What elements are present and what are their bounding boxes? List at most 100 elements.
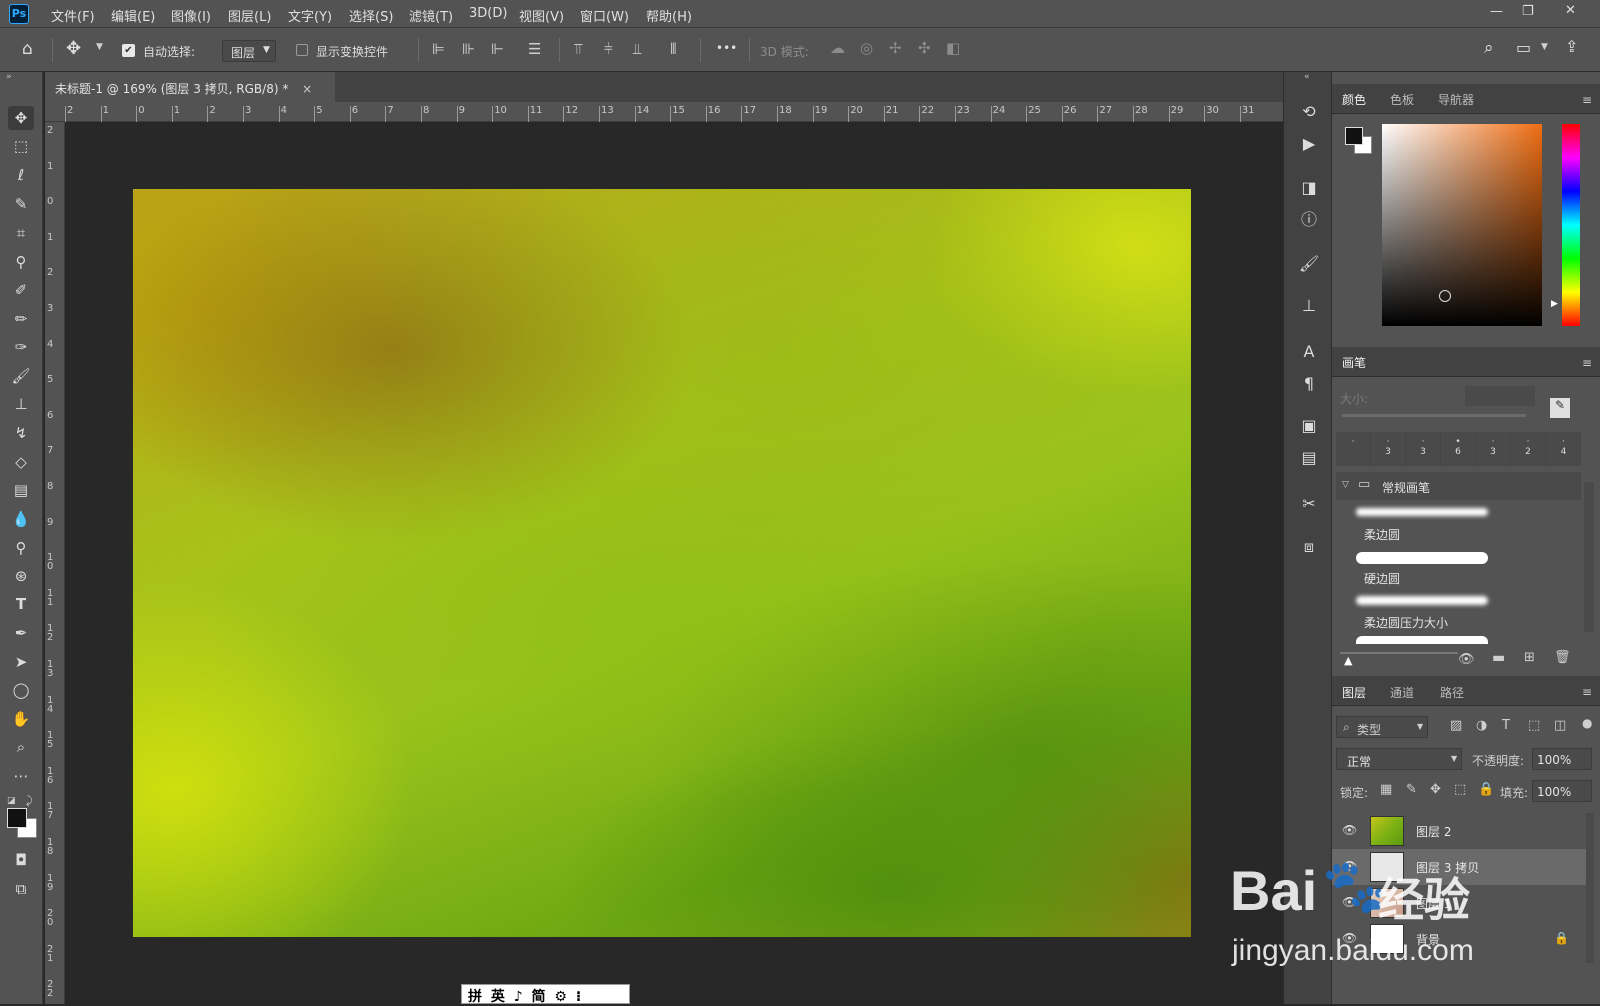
filter-smart-icon[interactable]: ◫	[1554, 718, 1566, 733]
sponge-tool-icon[interactable]: ⊛	[8, 564, 34, 588]
menu-image[interactable]: 图像(I)	[171, 6, 211, 25]
tab-navigator[interactable]: 导航器	[1438, 91, 1474, 108]
brush-tip[interactable]: · 2	[1511, 432, 1546, 466]
3d-slide-icon[interactable]: ✣	[918, 39, 931, 57]
brush-tip[interactable]: · 3	[1406, 432, 1441, 466]
swap-colors-icon[interactable]: ⤸	[26, 794, 33, 808]
new-folder-icon[interactable]: ▬	[1492, 650, 1505, 666]
clone-brush-tool-icon[interactable]: ✑	[8, 335, 34, 359]
document-canvas[interactable]	[133, 189, 1191, 937]
auto-select-checkbox[interactable]: ✔	[122, 44, 135, 57]
filter-type-icon[interactable]: T	[1502, 718, 1510, 733]
brush-tip[interactable]: · 4	[1546, 432, 1581, 466]
gradient-tool-icon[interactable]: ▤	[8, 478, 34, 502]
menu-help[interactable]: 帮助(H)	[646, 6, 692, 25]
foreground-color-swatch[interactable]	[7, 808, 27, 828]
tab-layers[interactable]: 图层	[1342, 684, 1366, 701]
move-tool-icon[interactable]: ✥	[66, 38, 81, 59]
collapse-icon[interactable]: «	[1304, 72, 1310, 82]
type-tool-icon[interactable]: T	[8, 592, 34, 616]
brush-tool-icon[interactable]: 🖌	[8, 364, 34, 388]
distribute-h-icon[interactable]: ☰	[528, 40, 541, 58]
delete-icon[interactable]: 🗑	[1554, 650, 1571, 665]
chevron-down-icon[interactable]: ▼	[96, 42, 103, 52]
crop-tool-icon[interactable]: ⌗	[8, 221, 34, 245]
menu-file[interactable]: 文件(F)	[51, 6, 95, 25]
pencil-tool-icon[interactable]: ✏	[8, 307, 34, 331]
lasso-tool-icon[interactable]: ℓ	[8, 163, 34, 187]
restore-button[interactable]: ❐	[1522, 4, 1534, 19]
brush-settings-icon[interactable]: 🖌	[1296, 250, 1322, 276]
brush-size-slider[interactable]	[1342, 414, 1526, 417]
distribute-v-icon[interactable]: ⦀	[670, 40, 677, 58]
menu-view[interactable]: 视图(V)	[519, 6, 564, 25]
document-tab[interactable]: 未标题-1 @ 169% (图层 3 拷贝, RGB/8) * ×	[45, 72, 335, 102]
more-options-icon[interactable]: •••	[716, 41, 737, 55]
show-transform-checkbox[interactable]	[296, 44, 308, 56]
default-colors-icon[interactable]: ◪	[7, 796, 16, 806]
eyedropper-tool-icon[interactable]: ⚲	[8, 250, 34, 274]
3d-camera-icon[interactable]: ◧	[946, 39, 960, 57]
workspace-icon[interactable]: ▭	[1516, 38, 1531, 57]
path-select-tool-icon[interactable]: ➤	[8, 650, 34, 674]
brush-tip[interactable]: · 3	[1476, 432, 1511, 466]
lock-position-icon[interactable]: ✥	[1430, 782, 1441, 797]
layer-filter-dropdown[interactable]: ⌕ 类型 ▼	[1336, 716, 1428, 738]
close-button[interactable]: ✕	[1565, 3, 1576, 18]
timeline-icon[interactable]: ⧈	[1296, 534, 1322, 560]
filter-toggle-icon[interactable]: ●	[1582, 716, 1592, 730]
quick-select-tool-icon[interactable]: ✎	[8, 192, 34, 216]
layer-row[interactable]: 👁 图层 2	[1332, 813, 1594, 849]
menu-edit[interactable]: 编辑(E)	[111, 6, 155, 25]
brush-scrollbar[interactable]	[1584, 482, 1594, 632]
visibility-toggle-icon[interactable]: 👁	[1458, 652, 1475, 667]
menu-layer[interactable]: 图层(L)	[228, 6, 271, 25]
libraries-icon[interactable]: ▣	[1296, 412, 1322, 438]
layers-scrollbar[interactable]	[1586, 813, 1594, 963]
auto-select-dropdown[interactable]: 图层 ▼	[222, 40, 276, 62]
stamp-tool-icon[interactable]: ⊥	[8, 392, 34, 416]
filter-shape-icon[interactable]: ⬚	[1528, 718, 1540, 733]
menu-filter[interactable]: 滤镜(T)	[409, 6, 453, 25]
adjustments-icon[interactable]: ◨	[1296, 174, 1322, 200]
filter-pixel-icon[interactable]: ▨	[1450, 718, 1462, 733]
tab-paths[interactable]: 路径	[1440, 684, 1464, 701]
hand-tool-icon[interactable]: ✋	[8, 707, 34, 731]
tool-presets-icon[interactable]: ✂	[1296, 490, 1322, 516]
brush-tip[interactable]: • 6	[1441, 432, 1476, 466]
new-brush-icon[interactable]: ⊞	[1524, 650, 1535, 665]
brush-edit-icon[interactable]: ✎	[1550, 398, 1570, 418]
lock-artboard-icon[interactable]: ⬚	[1454, 782, 1466, 797]
brush-size-input[interactable]	[1465, 386, 1535, 406]
align-top-icon[interactable]: ⫪	[574, 40, 582, 58]
paragraph-icon[interactable]: ¶	[1296, 370, 1322, 396]
dodge-tool-icon[interactable]: ⚲	[8, 536, 34, 560]
lock-transparency-icon[interactable]: ▦	[1380, 782, 1392, 797]
lock-all-icon[interactable]: 🔒	[1478, 782, 1494, 797]
screen-mode-icon[interactable]: ⧉	[8, 877, 34, 901]
color-field[interactable]	[1382, 124, 1542, 326]
blur-tool-icon[interactable]: 💧	[8, 507, 34, 531]
align-bottom-icon[interactable]: ⫫	[633, 40, 641, 58]
close-tab-icon[interactable]: ×	[302, 82, 312, 96]
lock-pixels-icon[interactable]: ✎	[1406, 782, 1417, 797]
menu-3d[interactable]: 3D(D)	[469, 6, 507, 21]
pen-tool-icon[interactable]: ✒	[8, 621, 34, 645]
brush-preset[interactable]: 硬边圆	[1356, 548, 1492, 592]
eraser-tool-icon[interactable]: ◇	[8, 450, 34, 474]
more-tools-icon[interactable]: ⋯	[8, 764, 34, 788]
align-center-icon[interactable]: ⊪	[462, 40, 475, 58]
history-icon[interactable]: ⟲	[1296, 98, 1322, 124]
tab-swatches[interactable]: 色板	[1390, 91, 1414, 108]
hue-slider-handle[interactable]: ▶	[1551, 299, 1558, 309]
minimize-button[interactable]: —	[1490, 4, 1503, 19]
brush-mountain-icon[interactable]: ▲	[1344, 654, 1352, 667]
brush-group-row[interactable]: ▽ ▭ 常规画笔	[1336, 472, 1581, 500]
zoom-tool-icon[interactable]: ⌕	[8, 735, 34, 759]
opacity-input[interactable]: 100%	[1532, 748, 1592, 770]
align-left-icon[interactable]: ⊫	[432, 40, 445, 58]
ime-toolbar[interactable]: 拼 英 ♪ 简 ⚙ ⁝	[461, 984, 630, 1005]
tab-channels[interactable]: 通道	[1390, 684, 1414, 701]
healing-brush-tool-icon[interactable]: ✐	[8, 278, 34, 302]
marquee-tool-icon[interactable]: ⬚	[8, 134, 34, 158]
